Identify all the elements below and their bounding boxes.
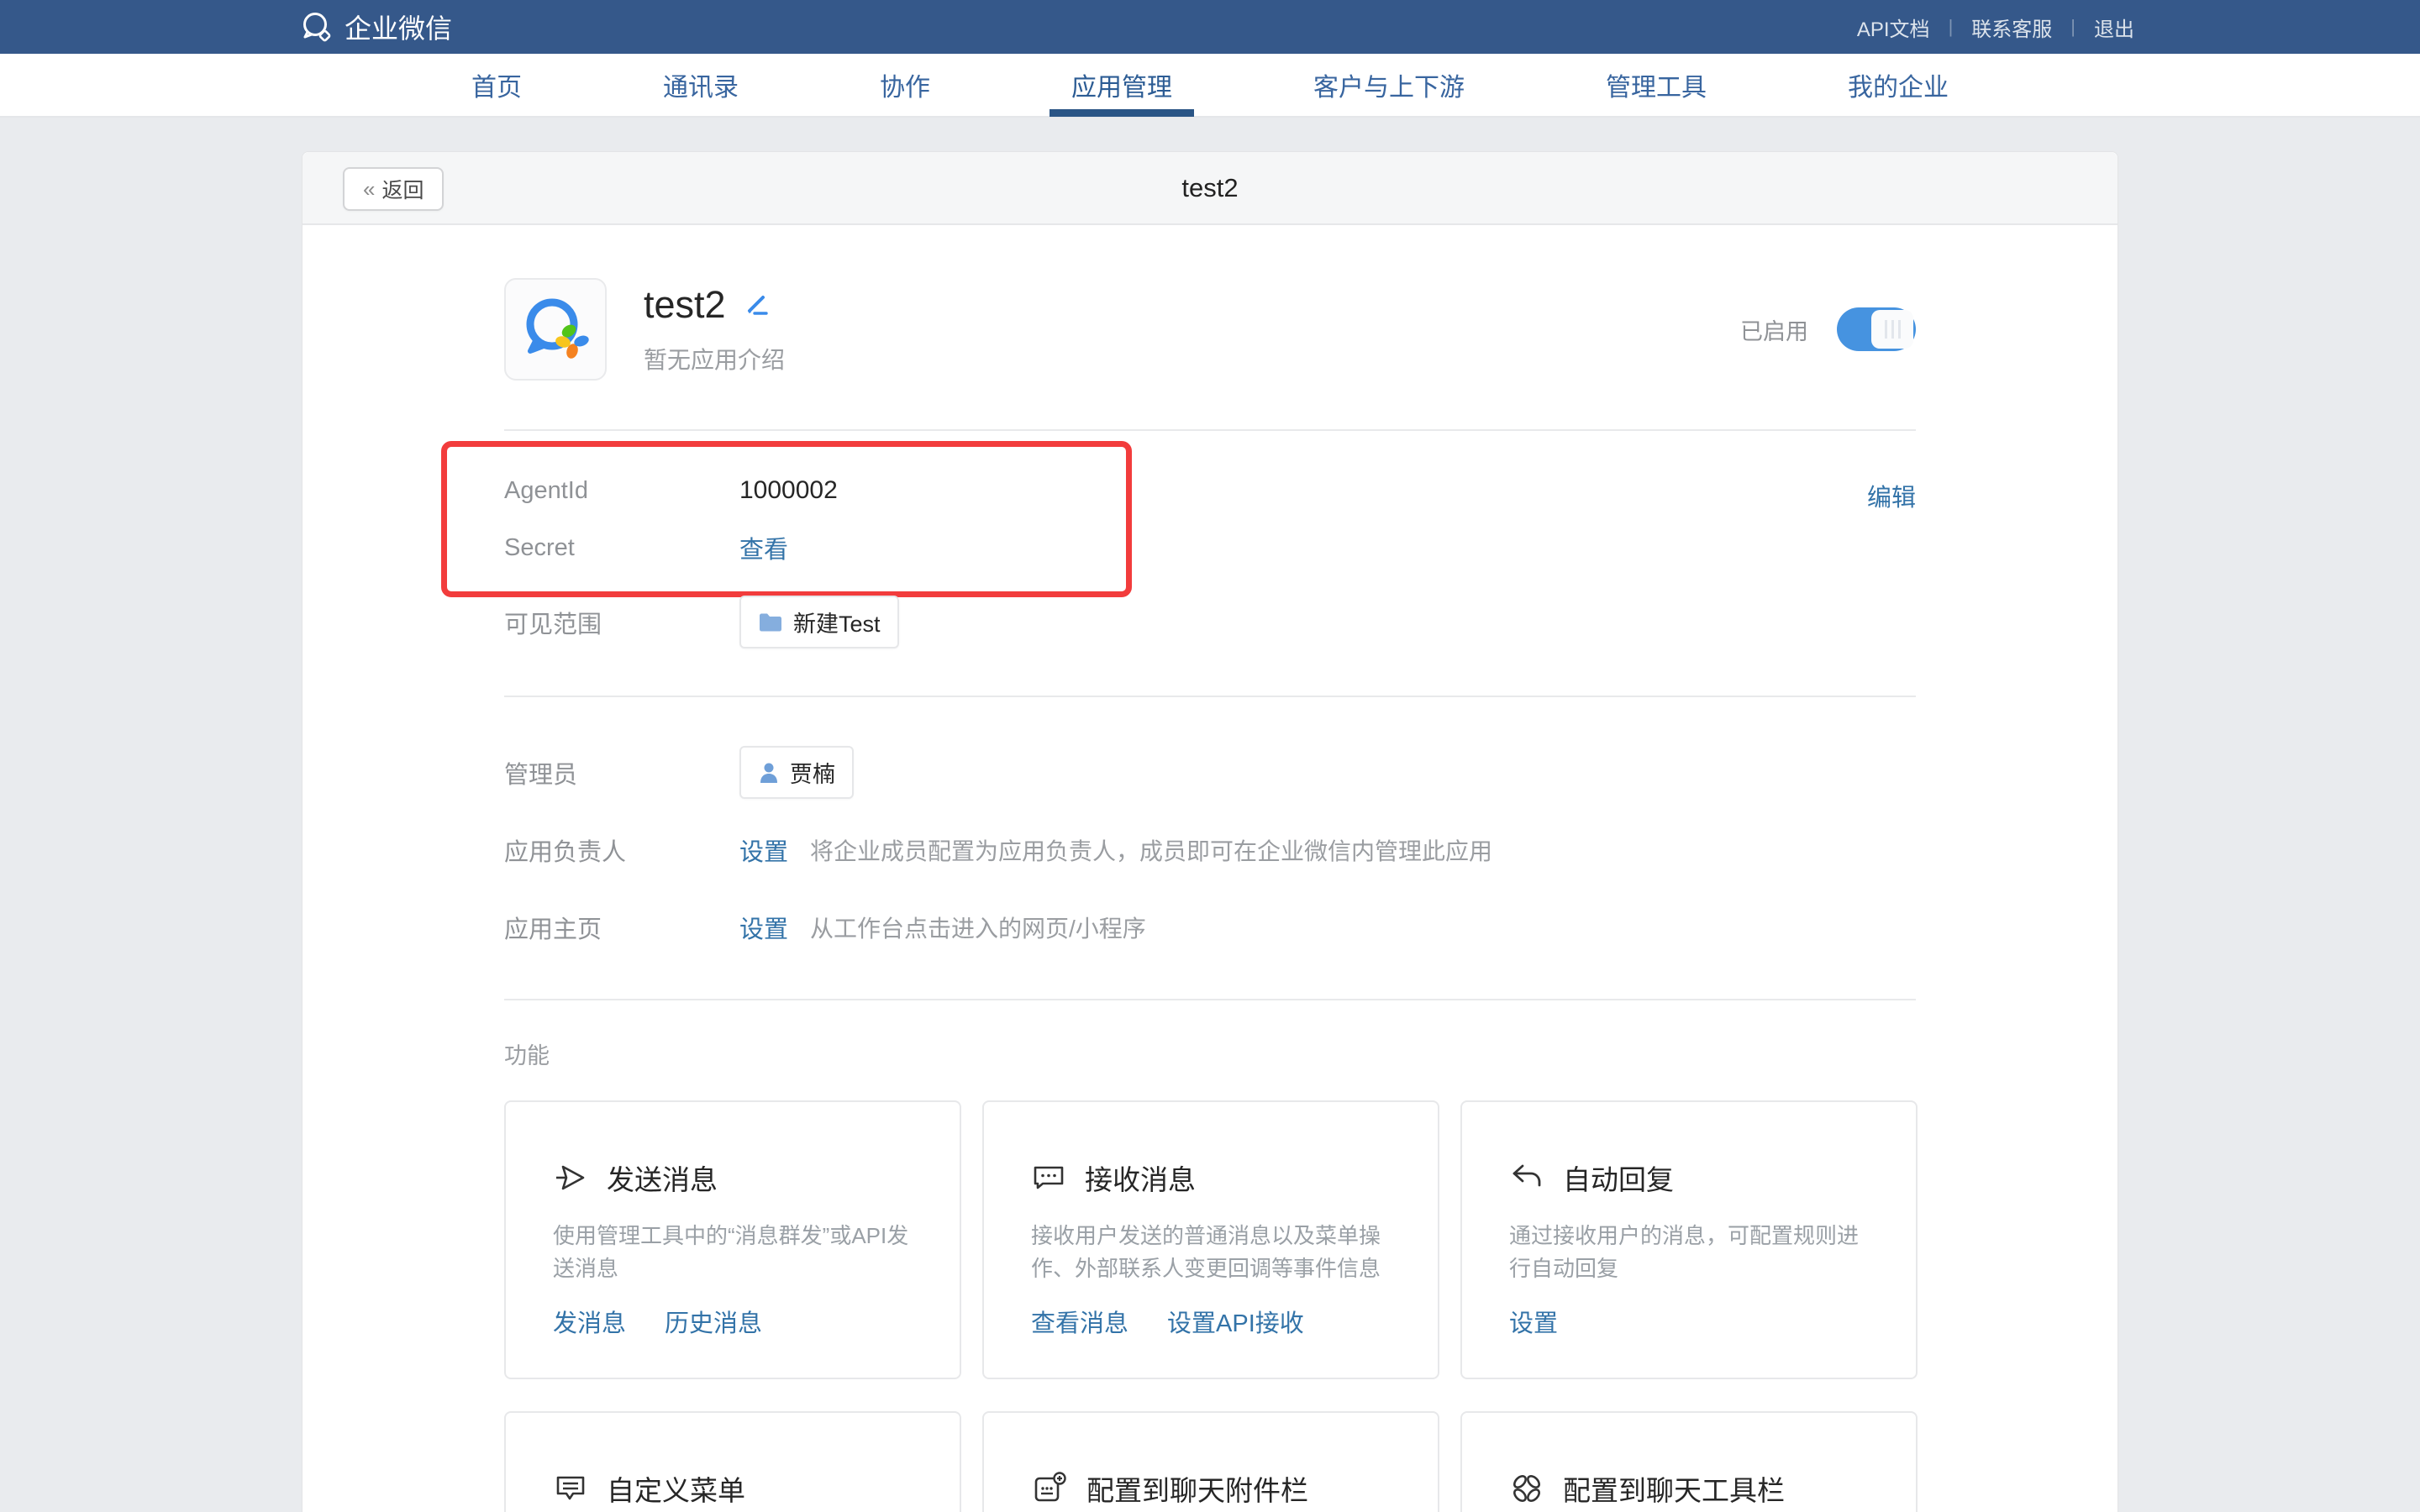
nav-item-collaboration[interactable]: 协作 — [880, 53, 930, 117]
nav-item-contacts[interactable]: 通讯录 — [663, 53, 739, 117]
nav-item-customers[interactable]: 客户与上下游 — [1313, 53, 1465, 117]
agentid-label: AgentId — [504, 477, 739, 505]
auto-reply-icon — [1509, 1160, 1544, 1195]
contact-support-link[interactable]: 联系客服 — [1971, 13, 2052, 42]
agentid-value: 1000002 — [739, 476, 838, 505]
toggle-knob — [1871, 310, 1913, 349]
topbar-links: API文档 | 联系客服 | 退出 — [1857, 13, 2134, 42]
card-body: test2 暂无应用介绍 已启用 — [302, 225, 2118, 1512]
owner-row: 应用负责人 设置 将企业成员配置为应用负责人，成员即可在企业微信内管理此应用 — [504, 824, 1916, 876]
app-header-row: test2 暂无应用介绍 已启用 — [504, 225, 1916, 381]
api-doc-link[interactable]: API文档 — [1857, 13, 1930, 42]
visible-range-tag[interactable]: 新建Test — [739, 596, 899, 648]
brand: 企业微信 — [299, 8, 452, 46]
divider: | — [1949, 16, 1954, 38]
homepage-set-link[interactable]: 设置 — [739, 910, 788, 945]
enabled-status-label: 已启用 — [1740, 313, 1808, 346]
app-meta: test2 暂无应用介绍 — [644, 283, 785, 375]
owner-label: 应用负责人 — [504, 832, 739, 868]
visible-range-label: 可见范围 — [504, 605, 739, 640]
secret-row: Secret 查看 — [504, 522, 1916, 574]
edit-link[interactable]: 编辑 — [1867, 478, 1916, 513]
nav-item-home[interactable]: 首页 — [471, 53, 522, 117]
app-switch-group: 已启用 — [1740, 307, 1916, 351]
set-api-receive-link[interactable]: 设置API接收 — [1167, 1304, 1304, 1339]
feature-title: 发送消息 — [607, 1158, 718, 1198]
homepage-row: 应用主页 设置 从工作台点击进入的网页/小程序 — [504, 901, 1916, 953]
app-name: test2 — [644, 283, 726, 327]
feature-desc: 通过接收用户的消息，可配置规则进行自动回复 — [1509, 1220, 1869, 1285]
main-nav: 首页 通讯录 协作 应用管理 客户与上下游 管理工具 我的企业 — [0, 54, 2420, 118]
visible-range-row: 可见范围 新建Test — [504, 596, 1916, 648]
chat-attachment-icon — [1031, 1470, 1068, 1507]
folder-icon — [758, 612, 783, 633]
homepage-desc: 从工作台点击进入的网页/小程序 — [810, 911, 1146, 944]
homepage-label: 应用主页 — [504, 910, 739, 945]
feature-card-send-message: 发送消息 使用管理工具中的“消息群发”或API发送消息 发消息 历史消息 — [504, 1100, 961, 1379]
admin-row: 管理员 贾楠 — [504, 746, 1916, 799]
send-message-link[interactable]: 发消息 — [553, 1304, 626, 1339]
feature-desc: 使用管理工具中的“消息群发”或API发送消息 — [553, 1220, 913, 1285]
custom-menu-icon — [553, 1471, 588, 1506]
feature-desc: 接收用户发送的普通消息以及菜单操作、外部联系人变更回调等事件信息 — [1031, 1220, 1391, 1285]
topbar: 企业微信 API文档 | 联系客服 | 退出 — [0, 0, 2420, 54]
page-title: test2 — [1181, 173, 1238, 203]
admin-label: 管理员 — [504, 755, 739, 790]
owner-set-link[interactable]: 设置 — [739, 832, 788, 868]
secret-view-link[interactable]: 查看 — [739, 530, 788, 565]
nav-item-app-management[interactable]: 应用管理 — [1071, 53, 1172, 117]
divider: | — [2070, 16, 2075, 38]
auto-reply-set-link[interactable]: 设置 — [1509, 1304, 1558, 1339]
secret-label: Secret — [504, 534, 739, 562]
app-description: 暂无应用介绍 — [644, 342, 785, 375]
feature-card-receive-message: 接收消息 接收用户发送的普通消息以及菜单操作、外部联系人变更回调等事件信息 查看… — [982, 1100, 1439, 1379]
receive-message-icon — [1031, 1160, 1066, 1195]
app-icon — [504, 278, 607, 381]
feature-card-chat-toolbar: 配置到聊天工具栏 将应用页面配置到聊天工具栏，方便成员在与客户的聊天中查看和使用… — [1460, 1411, 1918, 1512]
view-message-link[interactable]: 查看消息 — [1031, 1304, 1128, 1339]
back-button[interactable]: « 返回 — [343, 167, 444, 211]
nav-item-my-company[interactable]: 我的企业 — [1848, 53, 1949, 117]
app-detail-card: « 返回 test2 test2 — [302, 151, 2118, 1512]
feature-title: 接收消息 — [1085, 1158, 1196, 1198]
feature-title: 自定义菜单 — [607, 1468, 745, 1509]
admin-name: 贾楠 — [790, 756, 835, 789]
back-chevron-icon: « — [363, 176, 375, 202]
feature-grid: 发送消息 使用管理工具中的“消息群发”或API发送消息 发消息 历史消息 — [504, 1100, 1916, 1512]
person-icon — [758, 761, 780, 785]
feature-card-auto-reply: 自动回复 通过接收用户的消息，可配置规则进行自动回复 设置 — [1460, 1100, 1918, 1379]
owner-desc: 将企业成员配置为应用负责人，成员即可在企业微信内管理此应用 — [810, 833, 1492, 867]
feature-card-chat-attachment: 配置到聊天附件栏 将应用页面配置到聊天附件栏，方便成员快捷发送到聊天，提高沟通效… — [982, 1411, 1439, 1512]
features-section-label: 功能 — [504, 1037, 1916, 1070]
feature-title: 配置到聊天附件栏 — [1086, 1468, 1308, 1509]
admin-section: 管理员 贾楠 应用负责人 设置 将企业成员配置为应用负责人，成员即可在企业微信内… — [504, 697, 1916, 999]
visible-range-tag-label: 新建Test — [793, 606, 881, 638]
back-button-label: 返回 — [381, 174, 424, 204]
send-icon — [553, 1160, 588, 1195]
feature-card-custom-menu: 自定义菜单 可在应用会话的底部配置快捷操作菜单 — [504, 1411, 961, 1512]
divider — [504, 999, 1916, 1000]
wework-app-logo-icon — [517, 291, 594, 368]
admin-tag[interactable]: 贾楠 — [739, 746, 854, 799]
brand-title: 企业微信 — [345, 8, 452, 46]
agentid-row: AgentId 1000002 — [504, 465, 1916, 517]
feature-title: 配置到聊天工具栏 — [1563, 1468, 1785, 1509]
feature-title: 自动回复 — [1563, 1158, 1674, 1198]
credentials-section: AgentId 1000002 Secret 查看 可见范围 新建Test — [504, 431, 1916, 696]
wework-logo-icon — [299, 10, 333, 44]
history-message-link[interactable]: 历史消息 — [665, 1304, 762, 1339]
enabled-toggle[interactable] — [1837, 307, 1916, 351]
logout-link[interactable]: 退出 — [2094, 13, 2134, 42]
card-header: « 返回 test2 — [302, 152, 2118, 225]
chat-toolbar-icon — [1509, 1471, 1544, 1506]
nav-item-admin-tools[interactable]: 管理工具 — [1606, 53, 1707, 117]
edit-name-icon[interactable] — [743, 291, 771, 319]
